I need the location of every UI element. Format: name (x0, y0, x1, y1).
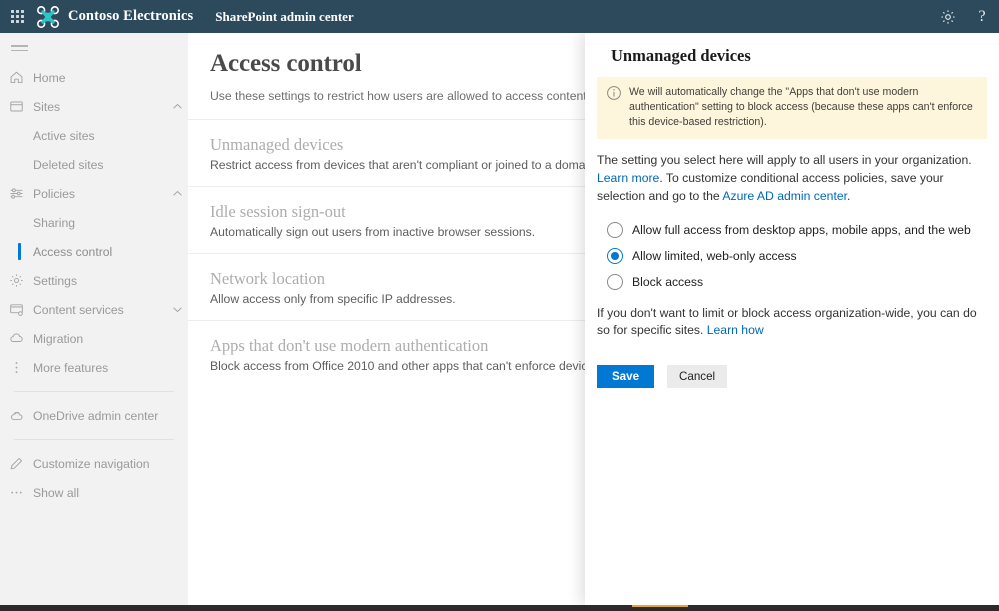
chevron-up-icon[interactable] (166, 188, 188, 199)
migration-icon (9, 330, 33, 348)
sidebar-divider (14, 391, 174, 392)
waffle-icon (10, 10, 24, 23)
sidebar-item-label: Settings (33, 273, 78, 288)
sidebar-item-label: Migration (33, 331, 84, 346)
sidebar-item-label: Sites (33, 99, 61, 114)
radio-option-label: Block access (632, 274, 704, 289)
learn-more-link[interactable]: Learn more (597, 171, 659, 185)
active-indicator (18, 243, 21, 260)
collapse-navigation-button[interactable] (0, 33, 188, 63)
sidebar-item-access-control[interactable]: Access control (0, 237, 188, 266)
gear-icon (9, 272, 33, 290)
intro-part-1: The setting you select here will apply t… (597, 153, 972, 168)
chevron-down-icon[interactable] (166, 304, 188, 315)
pencil-icon (9, 455, 33, 473)
app-name[interactable]: SharePoint admin center (215, 9, 353, 25)
app-launcher-button[interactable] (0, 0, 34, 33)
sidebar-item-label: More features (33, 360, 109, 375)
info-icon (607, 86, 621, 100)
radio-indicator[interactable] (607, 247, 623, 264)
policies-icon (9, 185, 33, 203)
panel-title: Unmanaged devices (611, 46, 751, 65)
sidebar-item-active-sites[interactable]: Active sites (0, 121, 188, 150)
sidebar-item-migration[interactable]: Migration (0, 324, 188, 353)
browser-bottom-strip (0, 605, 999, 611)
contoso-drone-logo-icon (36, 5, 59, 28)
intro-part-3: . (847, 188, 851, 203)
brand-name: Contoso Electronics (68, 8, 194, 24)
sidebar-item-label: Home (33, 70, 66, 85)
sidebar-divider (14, 439, 174, 440)
help-button[interactable]: ? (965, 0, 999, 33)
sidebar-item-content-services[interactable]: Content services (0, 295, 188, 324)
suite-bar: Contoso Electronics SharePoint admin cen… (0, 0, 999, 33)
sidebar-nav-list: Home Sites Active sites Deleted sites Polici… (0, 63, 188, 507)
note-part-1: If you don't want to limit or block acce… (597, 305, 977, 338)
radio-option-0[interactable]: Allow full access from desktop apps, mob… (607, 221, 999, 238)
sidebar-item-label: Show all (33, 485, 80, 500)
sidebar-item-sites[interactable]: Sites (0, 92, 188, 121)
radio-option-1[interactable]: Allow limited, web-only access (607, 247, 999, 264)
sidebar: Home Sites Active sites Deleted sites Polici… (0, 33, 188, 605)
onedrive-icon (9, 407, 33, 425)
sidebar-item-sharing[interactable]: Sharing (0, 208, 188, 237)
content-services-icon (9, 301, 33, 319)
radio-option-label: Allow full access from desktop apps, mob… (632, 222, 971, 237)
info-banner: We will automatically change the "Apps t… (597, 77, 987, 140)
sidebar-item-label: Content services (33, 302, 124, 317)
hamburger-icon (11, 45, 28, 51)
unmanaged-devices-panel: Unmanaged devices We will automatically … (585, 33, 999, 605)
sidebar-item-settings[interactable]: Settings (0, 266, 188, 295)
sidebar-item-onedrive-admin-center[interactable]: OneDrive admin center (0, 401, 188, 430)
panel-actions: Save Cancel (597, 365, 999, 389)
sites-icon (9, 98, 33, 116)
learn-how-link[interactable]: Learn how (707, 323, 764, 337)
radio-option-label: Allow limited, web-only access (632, 248, 797, 263)
cancel-button[interactable]: Cancel (667, 365, 728, 389)
azure-ad-admin-center-link[interactable]: Azure AD admin center (722, 189, 847, 203)
access-options-radio-group: Allow full access from desktop apps, mob… (607, 221, 999, 290)
sidebar-item-label: Access control (33, 244, 113, 259)
sidebar-item-label: Active sites (33, 128, 95, 143)
gear-icon (941, 9, 955, 24)
home-icon (9, 69, 33, 87)
sidebar-item-policies[interactable]: Policies (0, 179, 188, 208)
sidebar-item-show-all[interactable]: Show all (0, 478, 188, 507)
radio-option-2[interactable]: Block access (607, 273, 999, 290)
bottom-accent-bar (632, 605, 688, 607)
info-banner-text: We will automatically change the "Apps t… (629, 86, 973, 129)
sidebar-item-label: Sharing (33, 215, 76, 230)
panel-intro-text: The setting you select here will apply t… (597, 152, 973, 205)
brand-link[interactable]: Contoso Electronics (36, 5, 193, 29)
sidebar-item-home[interactable]: Home (0, 63, 188, 92)
help-icon: ? (978, 7, 986, 25)
chevron-up-icon[interactable] (166, 101, 188, 112)
save-button[interactable]: Save (597, 365, 654, 389)
sidebar-item-more-features[interactable]: More features (0, 353, 188, 382)
more-features-icon (9, 359, 33, 377)
radio-indicator[interactable] (607, 221, 623, 238)
ellipsis-icon (9, 484, 33, 502)
sidebar-item-label: OneDrive admin center (33, 408, 159, 423)
radio-indicator[interactable] (607, 273, 623, 290)
sidebar-item-deleted-sites[interactable]: Deleted sites (0, 150, 188, 179)
suite-bar-actions: ? (931, 0, 999, 33)
sidebar-item-label: Policies (33, 186, 75, 201)
panel-note-text: If you don't want to limit or block acce… (597, 305, 977, 341)
sidebar-item-customize-navigation[interactable]: Customize navigation (0, 449, 188, 478)
sidebar-item-label: Customize navigation (33, 456, 150, 471)
settings-button[interactable] (931, 0, 965, 33)
sidebar-item-label: Deleted sites (33, 157, 104, 172)
